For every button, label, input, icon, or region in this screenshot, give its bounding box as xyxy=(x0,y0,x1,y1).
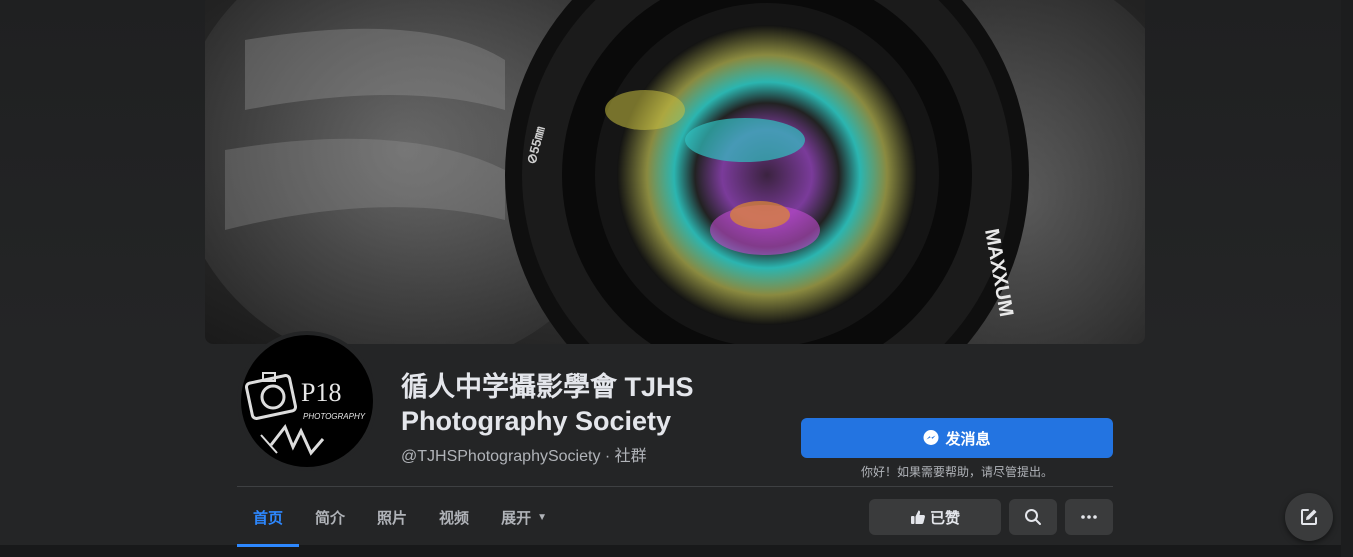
camera-logo-icon: P18 PHOTOGRAPHY xyxy=(244,372,366,456)
new-message-button[interactable] xyxy=(1285,493,1333,541)
tab-home-label: 首页 xyxy=(253,509,284,527)
logo-text: P18 xyxy=(301,378,341,407)
page-subtitle: @TJHSPhotographySociety · 社群 xyxy=(401,442,647,466)
tab-videos-label: 视频 xyxy=(439,509,470,527)
page-tabs: 首页 简介 照片 视频 展开 ▼ xyxy=(237,487,563,547)
tab-about-label: 简介 xyxy=(315,509,346,527)
messenger-icon xyxy=(923,430,939,445)
tab-photos[interactable]: 照片 xyxy=(361,487,423,547)
message-note: 你好！如果需要帮助，请尽管提出。 xyxy=(860,465,1053,479)
liked-label: 已赞 xyxy=(929,509,960,527)
cover-image: MAXXUM ⊘55㎜ xyxy=(205,0,1145,344)
cover-photo[interactable]: MAXXUM ⊘55㎜ xyxy=(205,0,1145,344)
tab-more-label: 展开 xyxy=(501,509,532,527)
send-message-button[interactable]: 发消息 xyxy=(801,418,1113,458)
caret-down-icon: ▼ xyxy=(537,511,547,523)
page-handle: @TJHSPhotographySociety xyxy=(401,448,601,465)
tab-videos[interactable]: 视频 xyxy=(423,487,485,547)
send-message-label: 发消息 xyxy=(945,430,991,448)
compose-icon xyxy=(1301,509,1317,525)
subtitle-separator: · xyxy=(600,448,615,465)
tab-about[interactable]: 简介 xyxy=(299,487,361,547)
scrollbar[interactable] xyxy=(1341,0,1353,557)
thumbs-up-icon xyxy=(910,510,925,524)
logo-subtext: PHOTOGRAPHY xyxy=(303,412,366,421)
tab-home[interactable]: 首页 xyxy=(237,487,300,547)
search-button[interactable] xyxy=(1009,499,1057,535)
page-category[interactable]: 社群 xyxy=(615,448,647,465)
tab-photos-label: 照片 xyxy=(377,509,408,527)
avatar-logo: P18 PHOTOGRAPHY xyxy=(241,335,373,467)
search-icon xyxy=(1025,509,1041,525)
page-title: 循人中学攝影學會 TJHS Photography Society xyxy=(401,372,694,436)
tab-more[interactable]: 展开 ▼ xyxy=(485,487,563,547)
liked-button[interactable]: 已赞 xyxy=(869,499,1001,535)
more-icon xyxy=(1081,515,1097,519)
more-options-button[interactable] xyxy=(1065,499,1113,535)
page-avatar[interactable]: P18 PHOTOGRAPHY xyxy=(237,331,377,471)
